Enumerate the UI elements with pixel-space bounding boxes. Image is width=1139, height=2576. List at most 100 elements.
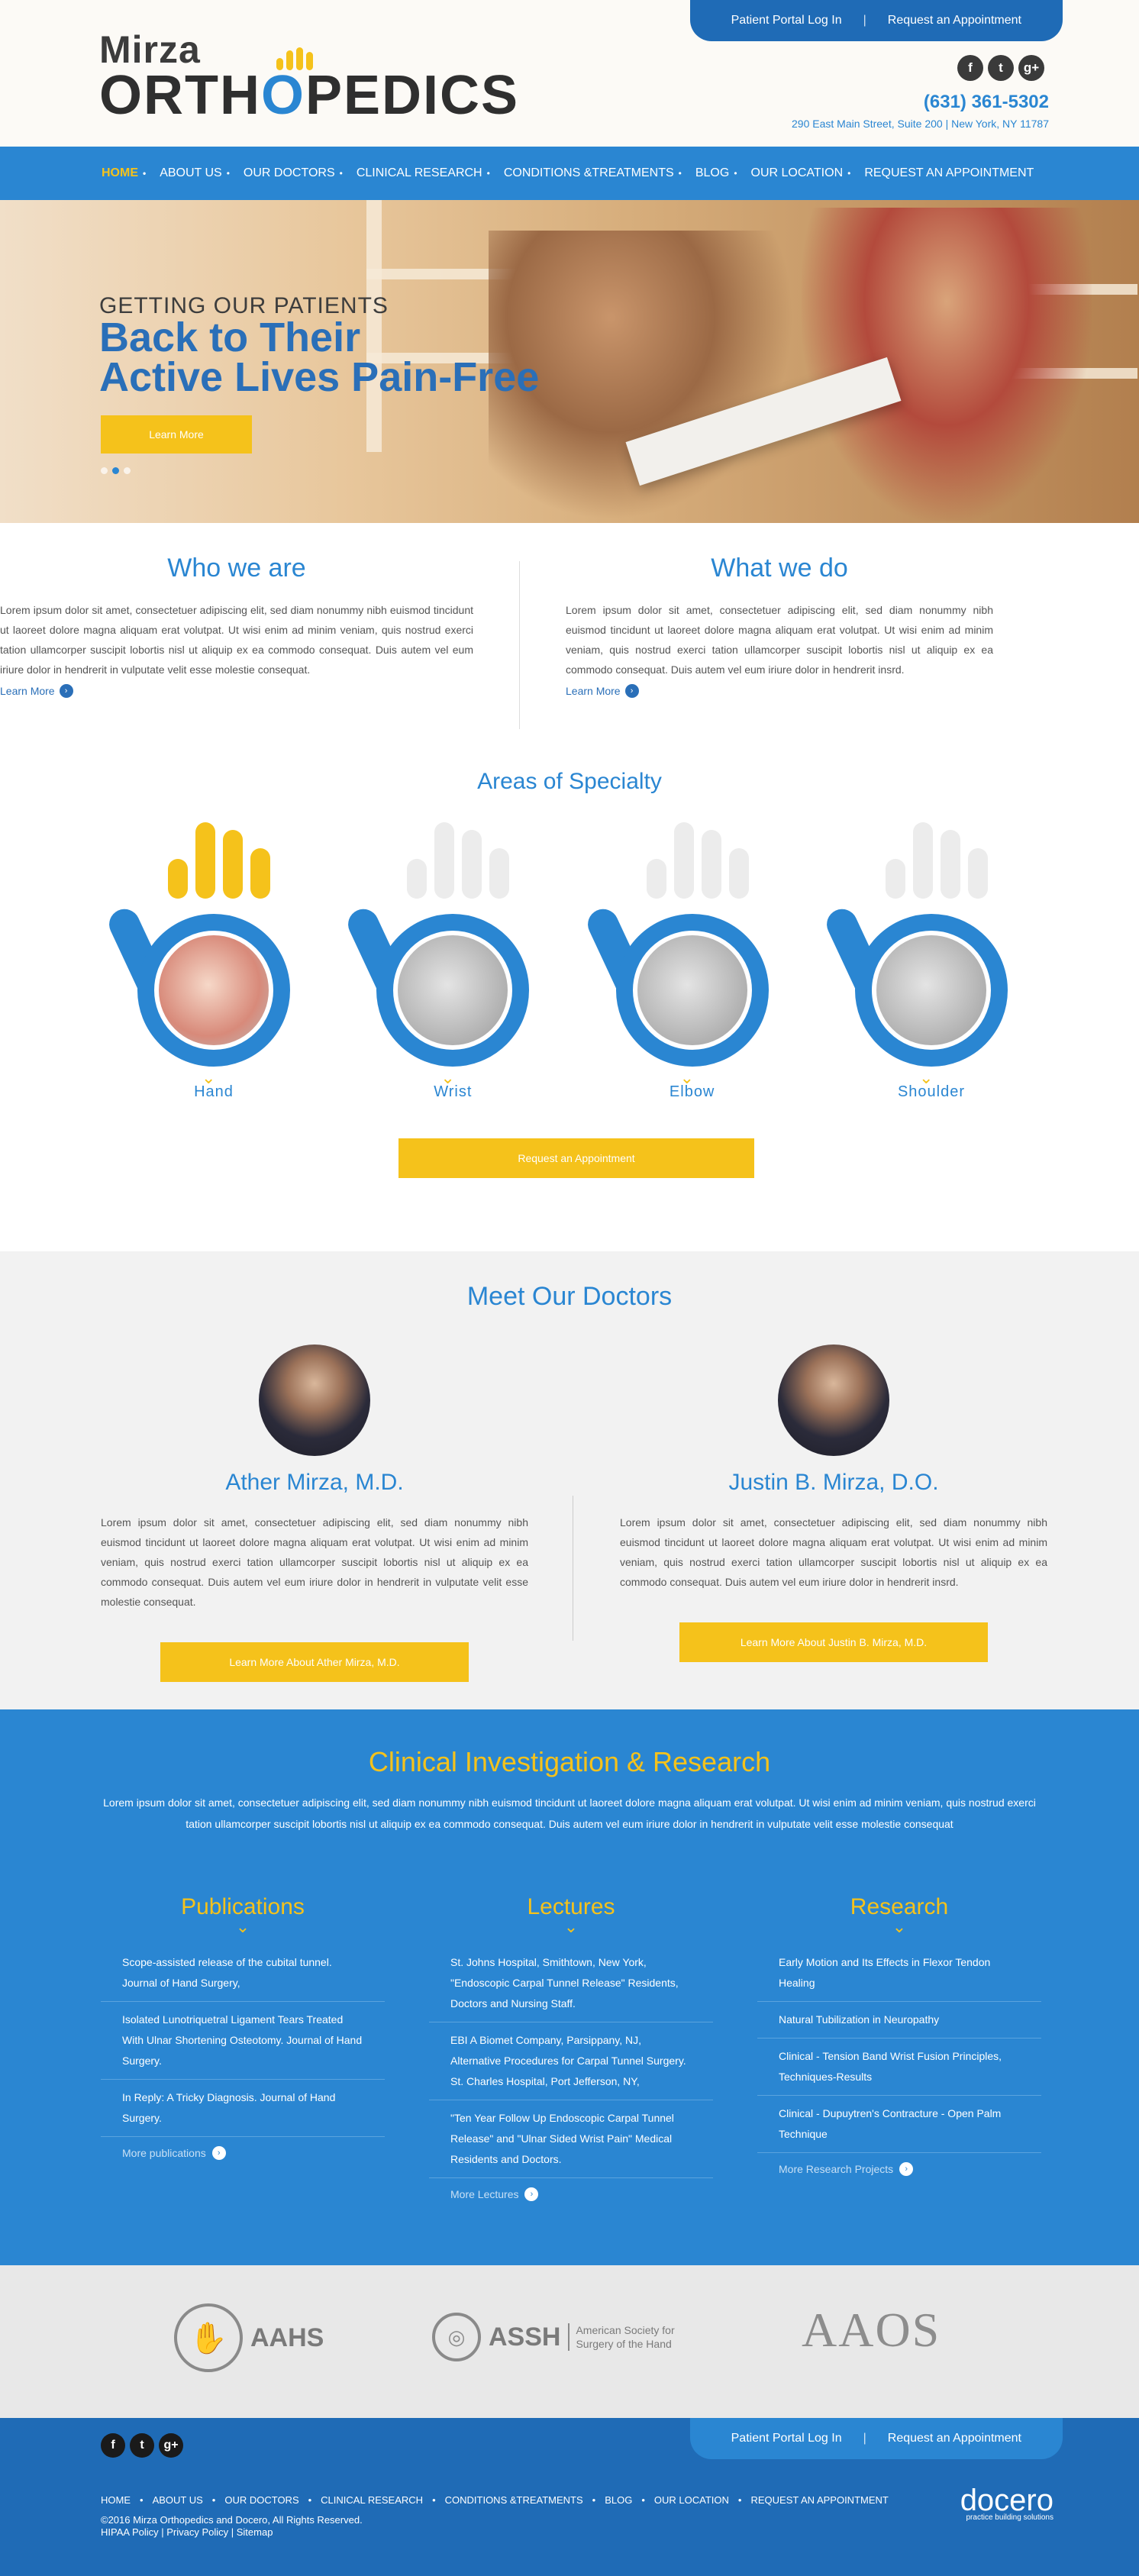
doctor-learn-more-button[interactable]: Learn More About Ather Mirza, M.D. xyxy=(160,1642,469,1682)
specialty-label: Elbow xyxy=(669,1083,715,1100)
assh-mark-icon: ◎ xyxy=(432,2313,481,2361)
nav-about-us[interactable]: ABOUT US • xyxy=(160,166,230,180)
what-we-do: What we do Lorem ipsum dolor sit amet, c… xyxy=(566,554,993,746)
request-appointment-link[interactable]: Request an Appointment xyxy=(888,14,1021,27)
footer-request-appointment-link[interactable]: Request an Appointment xyxy=(888,2432,1021,2445)
twitter-icon[interactable]: t xyxy=(130,2433,154,2458)
specialty-list: ⌄ Hand ⌄ Wrist ⌄ Elbow ⌄ Shoulder xyxy=(104,822,1023,1100)
research-item[interactable]: Clinical - Dupuytren's Contracture - Ope… xyxy=(757,2096,1041,2153)
patient-portal-link[interactable]: Patient Portal Log In xyxy=(731,14,842,27)
facebook-icon[interactable]: f xyxy=(101,2433,125,2458)
footer-nav: HOME • ABOUT US • OUR DOCTORS • CLINICAL RE… xyxy=(101,2494,889,2506)
specialty-label: Wrist xyxy=(434,1083,473,1100)
doctors-title: Meet Our Doctors xyxy=(466,1282,673,1311)
arrow-right-icon: › xyxy=(524,2187,539,2201)
facebook-icon[interactable]: f xyxy=(957,55,983,81)
who-learn-more-link[interactable]: Learn More › xyxy=(0,684,473,698)
twitter-icon[interactable]: t xyxy=(988,55,1014,81)
research-item[interactable]: Early Motion and Its Effects in Flexor T… xyxy=(757,1945,1041,2002)
google-plus-icon[interactable]: g+ xyxy=(1018,55,1044,81)
lecture-item[interactable]: EBI A Biomet Company, Parsippany, NJ, Al… xyxy=(429,2022,713,2100)
doctors-section: Meet Our Doctors Ather Mirza, M.D. Lorem… xyxy=(0,1251,1139,1709)
site-header: Patient Portal Log In | Request an Appoi… xyxy=(0,0,1139,147)
logo-hand-icon xyxy=(276,47,313,70)
chevron-down-icon: ⌄ xyxy=(563,1917,579,1936)
lecture-item[interactable]: St. Johns Hospital, Smithtown, New York,… xyxy=(429,1945,713,2022)
main-nav: HOME • ABOUT US • OUR DOCTORS • CLINICAL RE… xyxy=(0,147,1139,200)
nav-our-location[interactable]: OUR LOCATION • xyxy=(751,166,851,180)
header-phone[interactable]: (631) 361-5302 xyxy=(924,92,1049,113)
globe-hand-icon: ✋ xyxy=(174,2303,243,2372)
nav-request-appointment[interactable]: REQUEST AN APPOINTMENT xyxy=(864,166,1034,180)
specialty-wrist[interactable]: ⌄ Wrist xyxy=(343,822,544,1100)
specialty-label: Shoulder xyxy=(897,1083,966,1100)
footer-nav-blog[interactable]: BLOG xyxy=(605,2494,632,2506)
nav-conditions-treatments[interactable]: CONDITIONS &TREATMENTS • xyxy=(504,166,682,180)
assh-logo[interactable]: ◎ ASSH American Society for Surgery of t… xyxy=(432,2313,690,2361)
lecture-item[interactable]: "Ten Year Follow Up Endoscopic Carpal Tu… xyxy=(429,2100,713,2178)
specialty-section: Areas of Specialty ⌄ Hand ⌄ Wrist ⌄ Elbo… xyxy=(0,746,1139,1251)
research-item[interactable]: Natural Tubilization in Neuropathy xyxy=(757,2002,1041,2039)
site-logo[interactable]: Mirza ORTHOPEDICS xyxy=(99,31,519,123)
logo-o: O xyxy=(260,65,305,126)
header-social: f t g+ xyxy=(957,55,1044,81)
clinical-columns: Publications ⌄ Scope-assisted release of… xyxy=(101,1894,1041,2210)
top-tab: Patient Portal Log In | Request an Appoi… xyxy=(689,0,1063,41)
nav-blog[interactable]: BLOG • xyxy=(695,166,737,180)
footer-policy-links[interactable]: HIPAA Policy | Privacy Policy | Sitemap xyxy=(101,2526,363,2539)
footer-nav-home[interactable]: HOME xyxy=(101,2494,131,2506)
doctor-avatar xyxy=(778,1344,889,1456)
specialty-hand[interactable]: ⌄ Hand xyxy=(104,822,305,1100)
aahs-logo[interactable]: ✋ AAHS xyxy=(174,2303,324,2372)
page: Patient Portal Log In | Request an Appoi… xyxy=(0,0,1139,2576)
footer-nav-conditions[interactable]: CONDITIONS &TREATMENTS xyxy=(445,2494,583,2506)
footer-nav-request[interactable]: REQUEST AN APPOINTMENT xyxy=(750,2494,888,2506)
slider-dot-active[interactable] xyxy=(112,467,119,474)
who-we-are-text: Lorem ipsum dolor sit amet, consectetuer… xyxy=(0,604,473,676)
doctor-learn-more-button[interactable]: Learn More About Justin B. Mirza, M.D. xyxy=(679,1622,988,1662)
specialty-shoulder[interactable]: ⌄ Shoulder xyxy=(821,822,1023,1100)
docero-logo[interactable]: docero practice building solutions xyxy=(960,2484,1053,2522)
arrow-right-icon: › xyxy=(59,684,73,698)
footer-nav-about[interactable]: ABOUT US xyxy=(153,2494,203,2506)
slider-dot[interactable] xyxy=(101,467,108,474)
footer-nav-location[interactable]: OUR LOCATION xyxy=(654,2494,729,2506)
nav-home[interactable]: HOME • xyxy=(102,166,146,180)
logo-orth: ORTH xyxy=(99,65,261,126)
nav-our-doctors[interactable]: OUR DOCTORS • xyxy=(244,166,343,180)
more-lectures-link[interactable]: More Lectures › xyxy=(429,2178,713,2210)
nav-clinical-research[interactable]: CLINICAL RESEARCH • xyxy=(357,166,490,180)
hero-title: Back to Their Active Lives Pain-Free xyxy=(99,315,540,400)
clinical-section: Clinical Investigation & Research Lorem … xyxy=(0,1709,1139,2265)
publication-item[interactable]: Isolated Lunotriquetral Ligament Tears T… xyxy=(101,2002,385,2080)
footer-nav-research[interactable]: CLINICAL RESEARCH xyxy=(321,2494,423,2506)
doctor-name: Justin B. Mirza, D.O. xyxy=(728,1470,939,1495)
hand-photo xyxy=(159,935,269,1045)
publication-item[interactable]: In Reply: A Tricky Diagnosis. Journal of… xyxy=(101,2080,385,2137)
aaos-logo[interactable]: AAOS xyxy=(802,2302,941,2358)
doctor-bio: Lorem ipsum dolor sit amet, consectetuer… xyxy=(620,1516,1047,1588)
wrist-photo xyxy=(398,935,508,1045)
hero-learn-more-button[interactable]: Learn More xyxy=(101,415,252,454)
footer-top-tab: Patient Portal Log In | Request an Appoi… xyxy=(689,2418,1063,2459)
elbow-photo xyxy=(637,935,747,1045)
google-plus-icon[interactable]: g+ xyxy=(159,2433,183,2458)
hero-banner: GETTING OUR PATIENTS Back to Their Active… xyxy=(0,200,1139,523)
more-publications-link[interactable]: More publications › xyxy=(101,2137,385,2169)
footer-nav-doctors[interactable]: OUR DOCTORS xyxy=(224,2494,298,2506)
clinical-title: Clinical Investigation & Research xyxy=(368,1746,771,1777)
research-item[interactable]: Clinical - Tension Band Wrist Fusion Pri… xyxy=(757,2039,1041,2096)
publications-title: Publications xyxy=(181,1894,305,1919)
footer-patient-portal-link[interactable]: Patient Portal Log In xyxy=(731,2432,842,2445)
specialty-elbow[interactable]: ⌄ Elbow xyxy=(582,822,784,1100)
publication-item[interactable]: Scope-assisted release of the cubital tu… xyxy=(101,1945,385,2002)
more-research-link[interactable]: More Research Projects › xyxy=(757,2153,1041,2185)
top-tab-separator: | xyxy=(863,14,866,27)
associations-strip: ✋ AAHS ◎ ASSH American Society for Surge… xyxy=(0,2265,1139,2418)
specialty-label: Hand xyxy=(194,1083,234,1100)
request-appointment-button[interactable]: Request an Appointment xyxy=(398,1138,754,1178)
doctor-card: Justin B. Mirza, D.O. Lorem ipsum dolor … xyxy=(620,1344,1047,1662)
what-learn-more-link[interactable]: Learn More › xyxy=(566,684,993,698)
slider-dot[interactable] xyxy=(124,467,131,474)
divider xyxy=(519,561,520,729)
